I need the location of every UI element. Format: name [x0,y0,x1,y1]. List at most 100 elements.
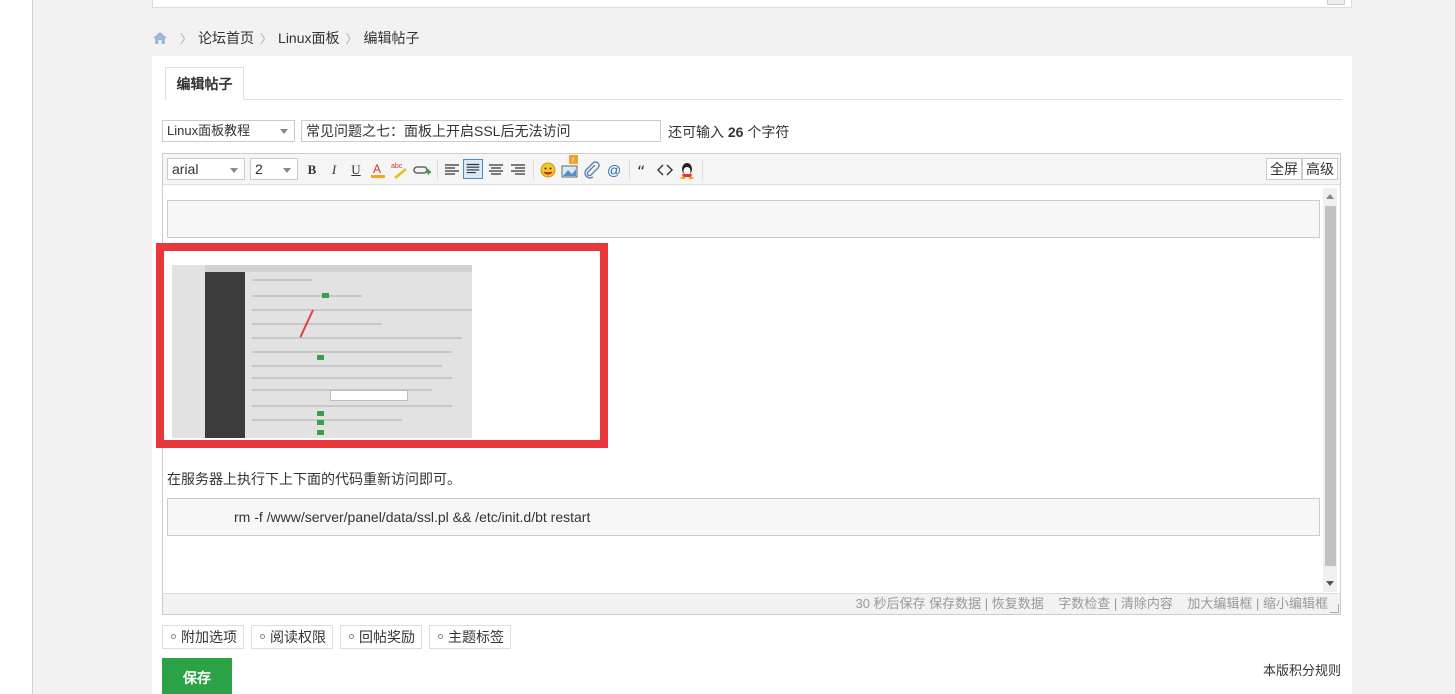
option-read-permission-label: 阅读权限 [270,629,326,645]
svg-text:A: A [373,162,381,176]
attachment-icon[interactable] [582,160,602,180]
screenshot-button [317,411,324,416]
breadcrumb-forum-home[interactable]: 论坛首页 [198,28,254,48]
post-type-select[interactable]: Linux面板教程 [162,120,295,142]
screenshot-toggle [322,293,329,298]
editor-content[interactable]: 在服务器上执行下上下面的代码重新访问即可。 rm -f /www/server/… [156,186,1323,593]
font-size-select[interactable]: 2 [250,158,298,180]
screenshot-dialog [330,390,408,401]
screenshot-line [252,419,402,421]
advanced-button[interactable]: 高级 [1302,158,1338,180]
insert-image-icon[interactable]: ! [560,154,580,180]
bullet-icon [438,633,443,639]
bullet-icon [260,633,265,639]
breadcrumb-separator: 〉 [345,31,358,46]
toolbar-divider [702,160,703,180]
post-type-value: Linux面板教程 [167,123,251,138]
breadcrumb: 〉 论坛首页 〉 Linux面板 〉 编辑帖子 [152,29,420,47]
scroll-down-icon[interactable] [1326,581,1334,586]
screenshot-line [252,323,382,325]
screenshot-line [252,377,452,379]
clear-content-link[interactable]: 清除内容 [1121,596,1173,611]
screenshot-line [252,337,462,339]
screenshot-line [252,279,312,281]
editor-statusbar: 30 秒后保存 保存数据 | 恢复数据 字数检查 | 清除内容 加大编辑框 | … [163,593,1340,614]
bullet-icon [349,633,354,639]
quote-icon[interactable]: “ [633,160,653,180]
highlighted-screenshot[interactable] [156,243,608,448]
scroll-up-icon[interactable] [1326,194,1334,199]
breadcrumb-linux-panel[interactable]: Linux面板 [278,28,339,48]
option-extra[interactable]: 附加选项 [162,625,244,649]
code-block[interactable]: rm -f /www/server/panel/data/ssl.pl && /… [167,498,1320,536]
screenshot-sidebar [205,272,245,438]
svg-text:“: “ [637,162,645,180]
restore-data-link[interactable]: 恢复数据 [992,596,1044,611]
chevron-down-icon [230,168,238,173]
align-center-icon[interactable] [486,160,506,180]
align-left-icon[interactable] [442,160,462,180]
align-justify-icon[interactable] [463,159,483,179]
qq-icon[interactable] [677,160,697,180]
emoji-icon[interactable] [538,160,558,180]
fullscreen-button[interactable]: 全屏 [1266,158,1302,180]
instruction-text: 在服务器上执行下上下面的代码重新访问即可。 [167,471,461,487]
char-count-prefix: 还可输入 [668,124,724,140]
breadcrumb-separator: 〉 [180,31,193,46]
font-family-value: arial [172,161,199,177]
toolbar-divider [437,160,438,180]
font-family-select[interactable]: arial [167,158,245,180]
char-count-value: 26 [727,124,744,140]
text-color-icon[interactable]: A [368,160,388,180]
left-frame-edge [0,0,33,694]
word-check-link[interactable]: 字数检查 [1058,596,1110,611]
bullet-icon [171,633,176,639]
enlarge-editor-link[interactable]: 加大编辑框 [1187,596,1252,611]
toolbar-divider [629,160,630,180]
char-count: 还可输入 26 个字符 [668,122,789,142]
resize-grip-icon[interactable] [1330,604,1339,613]
scrollbar-thumb[interactable] [1325,206,1336,566]
points-rules-link[interactable]: 本版积分规则 [1263,660,1341,679]
save-button[interactable]: 保存 [162,658,232,694]
screenshot-line [252,365,442,367]
screenshot-button [317,430,324,435]
save-data-link[interactable]: 保存数据 [929,596,981,611]
screenshot-line [252,351,452,353]
spellcheck-icon[interactable]: abc [390,160,410,180]
autosave-countdown: 30 秒后保存 [855,596,926,611]
option-topic-tags[interactable]: 主题标签 [429,625,511,649]
shrink-editor-link[interactable]: 缩小编辑框 [1263,596,1328,611]
code-icon[interactable] [655,160,675,180]
underline-button[interactable]: U [346,160,366,180]
resize-handle-icon[interactable] [1327,0,1345,5]
breadcrumb-edit-post: 编辑帖子 [363,30,420,46]
chevron-down-icon [280,129,288,134]
tab-edit-post[interactable]: 编辑帖子 [165,67,244,100]
svg-text:abc: abc [391,163,403,170]
bold-button[interactable]: B [302,160,322,180]
char-count-suffix: 个字符 [747,124,790,140]
screenshot-line [252,405,452,407]
home-icon[interactable] [152,31,168,45]
screenshot-title-bar [205,265,472,272]
svg-text:@: @ [607,162,621,178]
insert-link-icon[interactable] [412,160,432,180]
svg-text:!: ! [572,158,574,165]
tab-bar-line [164,99,1342,100]
editor-scrollbar[interactable] [1323,188,1337,592]
option-read-permission[interactable]: 阅读权限 [251,625,333,649]
option-topic-tags-label: 主题标签 [448,629,504,645]
font-size-value: 2 [255,161,263,177]
embedded-screenshot-image [172,265,472,438]
option-reply-reward[interactable]: 回帖奖励 [340,625,422,649]
option-extra-label: 附加选项 [181,629,237,645]
subject-input[interactable] [301,120,661,142]
screenshot-button [317,355,324,360]
screenshot-line [252,295,362,297]
mention-icon[interactable]: @ [604,160,624,180]
empty-code-block[interactable] [167,200,1320,238]
align-right-icon[interactable] [508,160,528,180]
italic-button[interactable]: I [324,160,344,180]
screenshot-line [252,309,472,311]
